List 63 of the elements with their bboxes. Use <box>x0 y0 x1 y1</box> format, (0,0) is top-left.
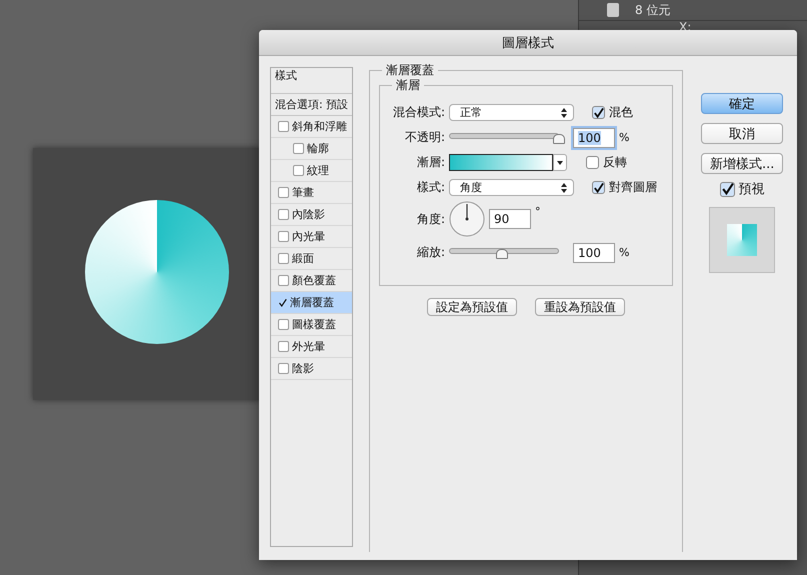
checkbox[interactable] <box>278 275 289 286</box>
field-label: 混合模式: <box>392 104 446 121</box>
checkbox[interactable] <box>278 253 289 264</box>
list-item[interactable]: 圖樣覆蓋 <box>271 314 352 336</box>
panel-label: 8 位元 <box>635 2 670 18</box>
list-item[interactable]: 輪廓 <box>271 138 352 160</box>
field-label: 不透明: <box>404 129 446 146</box>
checkbox-label[interactable]: 混色 <box>609 104 633 121</box>
angle-dial[interactable] <box>449 201 485 237</box>
checkbox[interactable] <box>293 165 304 176</box>
field-label: 漸層: <box>416 154 446 171</box>
checkbox[interactable] <box>592 106 605 119</box>
checkbox[interactable] <box>278 187 289 198</box>
checkbox[interactable] <box>278 341 289 352</box>
unit-label: ° <box>535 205 540 218</box>
field-label: 樣式: <box>416 179 446 196</box>
list-item[interactable]: 內陰影 <box>271 204 352 226</box>
checkbox[interactable] <box>278 298 287 307</box>
list-item[interactable]: 內光暈 <box>271 226 352 248</box>
checkbox[interactable] <box>720 182 734 196</box>
list-item[interactable]: 緞面 <box>271 248 352 270</box>
dialog-button[interactable]: 取消 <box>701 123 783 144</box>
field-label: 角度: <box>416 210 446 228</box>
default-button[interactable]: 設定為預設值 <box>427 298 517 316</box>
default-button[interactable]: 重設為預設值 <box>535 298 625 316</box>
preview-swatch <box>727 224 757 256</box>
blend-mode-dropdown[interactable]: 正常 <box>449 104 574 121</box>
checkbox-label[interactable]: 反轉 <box>603 154 627 171</box>
unit-label: % <box>619 131 630 144</box>
style-dropdown[interactable]: 角度 <box>449 179 574 196</box>
checkbox[interactable] <box>278 121 289 132</box>
list-item[interactable]: 筆畫 <box>271 182 352 204</box>
checkbox[interactable] <box>278 231 289 242</box>
scale-input[interactable]: 100 <box>573 242 615 262</box>
checkbox[interactable] <box>278 209 289 220</box>
list-header[interactable]: 樣式 <box>271 68 352 94</box>
list-item[interactable]: 混合選項: 預設 <box>271 94 352 116</box>
list-item[interactable]: 紋理 <box>271 160 352 182</box>
dropdown-button[interactable] <box>553 154 567 171</box>
slider-thumb[interactable] <box>553 134 565 144</box>
updown-icon <box>561 182 567 192</box>
updown-icon <box>561 108 567 118</box>
window-title: 圖層樣式 <box>502 34 554 52</box>
slider-thumb[interactable] <box>496 249 508 259</box>
checkbox[interactable] <box>278 319 289 330</box>
angle-input[interactable]: 90 <box>489 209 531 229</box>
list-item[interactable]: 陰影 <box>271 358 352 380</box>
field-label: 縮放: <box>416 244 446 261</box>
list-item[interactable]: 漸層覆蓋 <box>271 292 352 314</box>
gradient-swatch[interactable] <box>449 154 553 171</box>
caret-icon <box>557 160 563 164</box>
list-item[interactable]: 斜角和浮雕 <box>271 116 352 138</box>
checkbox[interactable] <box>586 156 599 169</box>
unit-label: % <box>619 246 630 259</box>
checkbox[interactable] <box>592 181 605 194</box>
checkbox[interactable] <box>278 363 289 374</box>
checkbox-label[interactable]: 對齊圖層 <box>609 179 657 196</box>
opacity-input[interactable]: 100 <box>573 128 615 148</box>
list-item[interactable]: 外光暈 <box>271 336 352 358</box>
dialog-button[interactable]: 確定 <box>701 93 783 114</box>
dialog-button[interactable]: 新增樣式... <box>701 153 783 174</box>
checkbox-label[interactable]: 預視 <box>738 180 764 198</box>
checkbox[interactable] <box>293 143 304 154</box>
